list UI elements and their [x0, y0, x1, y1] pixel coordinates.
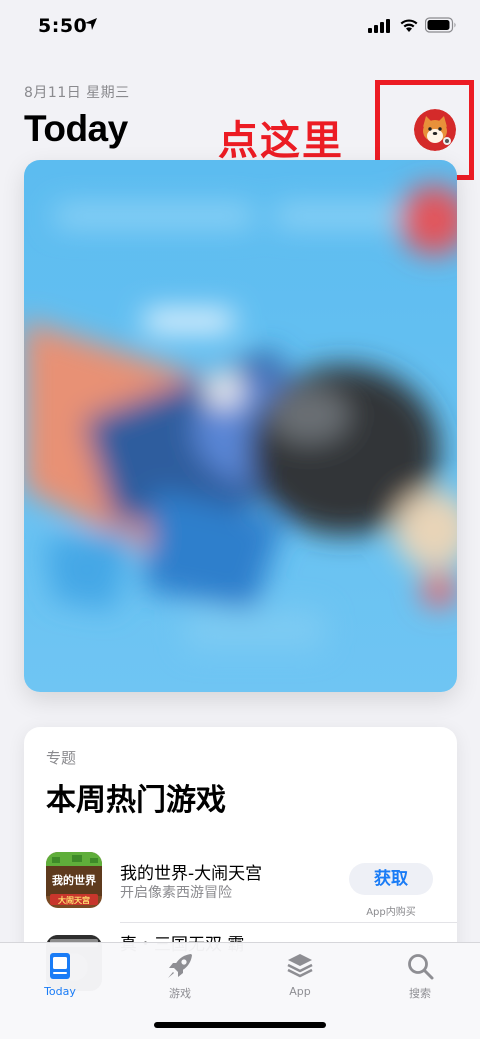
tab-label-games: 游戏 — [169, 987, 191, 1000]
tab-label-today: Today — [44, 985, 76, 998]
tab-search[interactable]: 搜索 — [380, 951, 460, 1001]
annotation-label: 点这里 — [218, 118, 344, 164]
today-icon — [50, 953, 70, 979]
shiba-dog-avatar-icon — [414, 109, 456, 151]
tab-label-apps: App — [289, 985, 311, 998]
layers-icon — [287, 954, 313, 978]
status-time: 5:50 — [38, 15, 88, 37]
status-bar: 5:50 — [0, 0, 480, 54]
topic-title: 本周热门游戏 — [46, 783, 226, 818]
tab-today[interactable]: Today — [20, 951, 100, 998]
app-name[interactable]: 我的世界-大闹天宫 — [120, 859, 262, 884]
featured-story-card[interactable] — [24, 160, 457, 692]
date-label: 8月11日 星期三 — [24, 85, 130, 101]
tab-games[interactable]: 游戏 — [140, 951, 220, 1001]
search-icon — [408, 954, 434, 980]
wifi-icon — [400, 19, 418, 32]
battery-icon — [425, 17, 456, 33]
app-subtitle: 开启像素西游冒险 — [120, 885, 232, 901]
tab-apps[interactable]: App — [260, 951, 340, 998]
tab-label-search: 搜索 — [409, 987, 431, 1000]
minecraft-app-icon: 我的世界 大闹天宫 — [46, 852, 102, 908]
featured-story-image — [24, 160, 457, 692]
app-icon-minecraft[interactable]: 我的世界 大闹天宫 — [46, 852, 102, 908]
get-button[interactable]: 获取 — [349, 863, 433, 895]
cellular-signal-icon — [368, 19, 390, 33]
page-title: Today — [24, 108, 128, 149]
home-indicator[interactable] — [154, 1022, 326, 1028]
app-icon-banner-text: 大闹天宫 — [58, 895, 90, 905]
account-avatar-button[interactable] — [414, 109, 456, 151]
row-divider — [120, 922, 457, 923]
topic-eyebrow: 专题 — [46, 749, 77, 767]
app-icon-title-text: 我的世界 — [52, 873, 96, 887]
rocket-icon — [168, 954, 192, 978]
location-arrow-icon — [85, 18, 97, 30]
in-app-purchase-label: App内购买 — [366, 907, 416, 918]
